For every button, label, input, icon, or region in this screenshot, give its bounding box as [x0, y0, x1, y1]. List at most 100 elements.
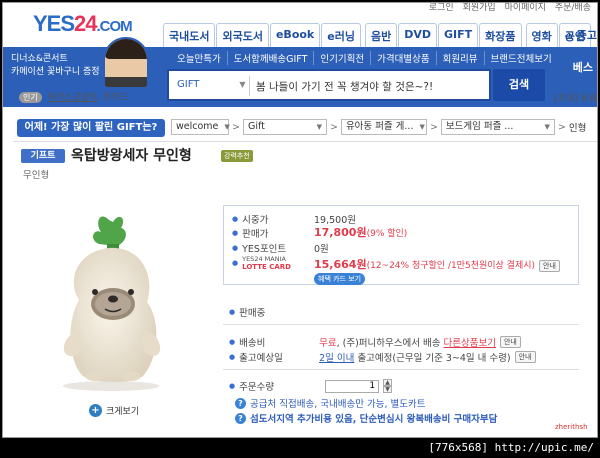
status-row: ● 판매중 — [229, 308, 266, 319]
hot-keyword-link[interactable]: 마더스교양이 — [48, 93, 98, 103]
quantity-input[interactable] — [325, 379, 380, 393]
breadcrumb-welcome[interactable]: welcome ▼ — [171, 119, 230, 135]
search-input[interactable] — [249, 76, 485, 96]
bullet-icon: ● — [229, 353, 236, 361]
tab-movie[interactable]: 영화 — [525, 23, 558, 47]
breadcrumb-sep: > — [232, 121, 240, 133]
point-row: ● YES포인트 — [232, 244, 287, 255]
breadcrumb-sep: > — [557, 121, 566, 133]
shipping-fee-row: ● 배송비 무료, (주)퍼니하우스에서 배송 다른상품보기 안내 — [229, 335, 521, 349]
bullet-icon: ● — [232, 244, 239, 252]
promo-avatar — [103, 37, 149, 89]
bullet-icon: ● — [229, 382, 236, 390]
image-caption: [776x568] http://upic.me/ — [0, 438, 600, 458]
hot-keyword-rest[interactable]: , 위키드 — [97, 93, 128, 103]
zoom-plus-icon: + — [89, 404, 102, 417]
mania-info-button[interactable]: 안내 — [539, 259, 560, 272]
increment-icon[interactable]: ▲ — [383, 379, 393, 386]
site-logo[interactable]: YES24.COM — [33, 11, 133, 37]
subnav-price[interactable]: 가격대별상품 — [371, 51, 437, 65]
home-icon: ⌂ — [565, 29, 573, 42]
chevron-down-icon: ▼ — [419, 123, 425, 131]
subnav-popular[interactable]: 인기기획전 — [314, 51, 372, 65]
price-box: ● 시중가 19,500원 ● 판매가 17,800원(9% 할인) ● YES… — [223, 205, 579, 285]
divider — [13, 141, 597, 142]
bullet-icon: ● — [232, 215, 239, 223]
chevron-down-icon: ▼ — [316, 123, 322, 131]
mania-row: ● YES24 MANIA LOTTE CARD — [232, 255, 291, 271]
tab-gift[interactable]: GIFT — [437, 23, 479, 47]
breadcrumb-current: 인형 — [568, 123, 587, 134]
notice-supplier: ? 공급처 직접배송, 국내배송만 가능, 별도카트 — [235, 396, 425, 410]
gift-subnav: 오늘만특가 도서함께배송GIFT 인기기획전 가격대별상품 회원리뷰 브랜드전체… — [171, 51, 558, 65]
recommend-badge: 강력추천 — [221, 150, 253, 162]
divider — [223, 369, 579, 370]
search-box: GIFT ▼ — [167, 69, 491, 101]
zoom-button[interactable]: + 크게보기 — [89, 404, 139, 417]
product-title: 옥탑방왕세자 무인형 — [71, 148, 192, 164]
delivery-info-button[interactable]: 안내 — [514, 351, 536, 363]
watermark: zherithsh — [555, 423, 588, 431]
mania-value: 15,664원(12~24% 청구할인 /1만5천원이상 결제시) 안내 — [314, 256, 560, 272]
notice-island: ? 섬도서지역 추가비용 있음, 단순변심시 왕복배송비 구매자부담 — [235, 411, 497, 425]
decrement-icon[interactable]: ▼ — [383, 386, 393, 393]
join-link[interactable]: 회원가입 — [463, 3, 496, 13]
login-link[interactable]: 로그인 — [429, 3, 454, 13]
info-icon: ? — [235, 397, 246, 409]
breadcrumb-gift[interactable]: Gift ▼ — [242, 119, 327, 135]
promo-banner[interactable]: 디너쇼&콘서트 카메이션 꽃바구니 증정 — [11, 37, 161, 89]
bullet-icon: ● — [232, 259, 239, 267]
category-tabs: 국내도서 외국도서 eBook e러닝 음반 DVD GIFT 화장품 영화 공… — [163, 23, 592, 47]
chevron-down-icon: ▼ — [224, 123, 230, 131]
breadcrumb-sep: > — [429, 121, 438, 133]
tab-dvd[interactable]: DVD — [398, 23, 437, 47]
tab-domestic-books[interactable]: 국내도서 — [163, 23, 216, 47]
gift-tag: 기프트 — [21, 149, 65, 163]
hot-badge: 인기 — [19, 92, 42, 103]
point-value: 0원 — [314, 244, 329, 255]
subnav-today-deal[interactable]: 오늘만특가 — [171, 51, 228, 65]
hot-keywords: 인기 마더스교양이, 위키드 — [19, 90, 128, 103]
quantity-row: ● 주문수량 ▲ ▼ — [229, 379, 393, 393]
quantity-stepper[interactable]: ▲ ▼ — [383, 379, 393, 393]
divider — [223, 324, 579, 325]
tab-elearning[interactable]: e러닝 — [321, 23, 361, 47]
delivery-date-row: ● 출고예상일 2일 이내 출고예정(근무일 기준 3~4일 내 수령) 안내 — [229, 350, 536, 364]
info-icon: ? — [235, 412, 246, 424]
product-image[interactable] — [39, 208, 189, 393]
shipping-info-button[interactable]: 안내 — [499, 336, 521, 348]
subnav-book-gift[interactable]: 도서함께배송GIFT — [228, 51, 315, 65]
breadcrumb: welcome ▼ > Gift ▼ > 유아동 퍼즐 게... ▼ > 보드게임 퍼… — [171, 119, 586, 135]
search-category-select[interactable]: GIFT ▼ — [177, 79, 246, 90]
tab-music[interactable]: 음반 — [364, 23, 398, 47]
list-price-row: ● 시중가 — [232, 215, 269, 226]
product-subtitle: 무인형 — [23, 170, 50, 181]
chevron-down-icon: ▼ — [239, 80, 246, 89]
bullet-icon: ● — [229, 338, 236, 346]
chevron-down-icon: ▼ — [544, 123, 550, 131]
best-seller-banner[interactable]: 어제! 가장 많이 팔린 GIFT는? — [17, 119, 165, 137]
breadcrumb-sep: > — [329, 121, 338, 133]
sale-price-row: ● 판매가 — [232, 229, 269, 240]
order-link[interactable]: 주문/배송 — [555, 3, 591, 13]
bullet-icon: ● — [229, 308, 236, 316]
benefit-card-button[interactable]: 혜택 카드 보기 — [314, 273, 366, 285]
breadcrumb-kids-puzzle[interactable]: 유아동 퍼즐 게... ▼ — [340, 119, 427, 135]
bullet-icon: ● — [232, 229, 239, 237]
subnav-brands[interactable]: 브랜드전체보기 — [485, 51, 558, 65]
used-corner-link[interactable]: ⌂ 중고 — [565, 27, 597, 43]
sale-price-value: 17,800원(9% 할인) — [314, 226, 408, 239]
top-links: 로그인 회원가입 마이페이지 주문/배송 — [423, 3, 591, 13]
best-label[interactable]: 베스 — [573, 59, 593, 75]
subnav-reviews[interactable]: 회원리뷰 — [437, 51, 485, 65]
tab-foreign-books[interactable]: 외국도서 — [216, 23, 269, 47]
breadcrumb-boardgame[interactable]: 보드게임 퍼즐 ... ▼ — [440, 119, 555, 135]
mypage-link[interactable]: 마이페이지 — [505, 3, 546, 13]
search-button[interactable]: 검색 — [493, 69, 545, 101]
other-products-link[interactable]: 다른상품보기 — [444, 335, 496, 349]
browser-frame: YES24.COM 로그인 회원가입 마이페이지 주문/배송 국내도서 외국도서… — [2, 2, 598, 438]
tab-ebook[interactable]: eBook — [269, 23, 321, 47]
lotte-card-logo: YES24 MANIA LOTTE CARD — [242, 255, 291, 271]
invite-link[interactable]: [초대] 유효 — [554, 91, 597, 104]
tab-cosmetics[interactable]: 화장품 — [479, 23, 522, 47]
